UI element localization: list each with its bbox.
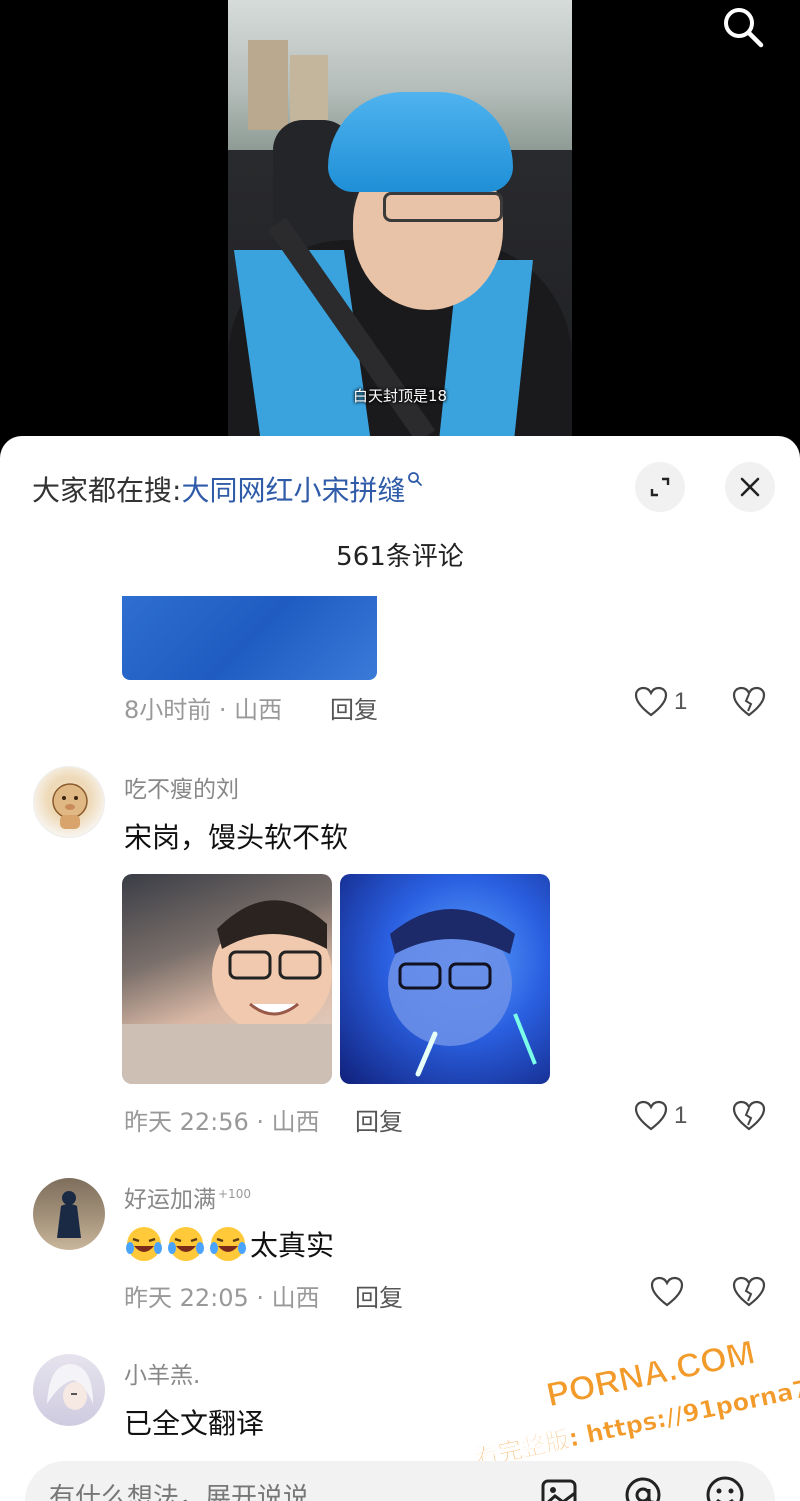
comment-text: 太真实	[124, 1224, 334, 1264]
photo-smiling-man-icon	[122, 900, 332, 1084]
video-frame[interactable]: 白天封顶是18	[228, 0, 572, 450]
laughing-crying-emoji-icon	[210, 1227, 246, 1261]
comment-username[interactable]: 吃不瘦的刘	[124, 770, 239, 804]
video-building	[290, 55, 328, 125]
heart-icon	[634, 686, 668, 717]
video-glasses	[383, 192, 503, 222]
avatar[interactable]	[33, 1178, 105, 1250]
comment-text-content: 太真实	[250, 1229, 335, 1262]
comment-input-bar[interactable]: 有什么想法，展开说说	[25, 1461, 775, 1501]
close-button[interactable]	[725, 462, 775, 512]
avatar-bear-icon	[52, 783, 88, 829]
reply-button[interactable]: 回复	[330, 690, 378, 725]
user-badge: +100	[218, 1187, 251, 1202]
comment-meta: 昨天 22:05 · 山西	[124, 1284, 320, 1312]
search-suggestion-keyword[interactable]: 大同网红小宋拼缝	[181, 474, 405, 507]
comment-image[interactable]	[340, 874, 550, 1084]
search-icon[interactable]	[720, 4, 766, 50]
heart-icon	[650, 1276, 684, 1307]
video-player[interactable]: 白天封顶是18	[0, 0, 800, 450]
broken-heart-icon[interactable]	[732, 1276, 766, 1308]
emoji-icon[interactable]	[703, 1473, 747, 1501]
avatar-silhouette-icon	[57, 1191, 81, 1238]
avatar[interactable]	[33, 1354, 105, 1426]
broken-heart-icon[interactable]	[732, 686, 766, 718]
comment-text: 宋岗，馒头软不软	[124, 821, 349, 854]
comment-image[interactable]	[122, 874, 332, 1084]
like-count: 1	[674, 1102, 688, 1129]
comment-username[interactable]: 好运加满 +100	[124, 1180, 251, 1214]
avatar-anime-icon	[47, 1364, 93, 1410]
comment-meta: 8小时前 · 山西	[124, 696, 283, 724]
search-suggestion[interactable]: 大家都在搜:大同网红小宋拼缝	[32, 469, 423, 509]
avatar[interactable]	[33, 766, 105, 838]
photo-blue-light-man-icon	[388, 909, 537, 1077]
close-icon	[740, 477, 760, 497]
comment-text: 已全文翻译	[124, 1407, 265, 1440]
heart-icon	[634, 1100, 668, 1131]
reply-button[interactable]: 回复	[355, 1278, 403, 1313]
like-button[interactable]	[650, 1276, 690, 1308]
reply-button[interactable]: 回复	[355, 1102, 403, 1137]
comment-input-placeholder[interactable]: 有什么想法，展开说说	[49, 1477, 309, 1501]
image-icon[interactable]	[537, 1473, 581, 1501]
expand-button[interactable]	[635, 462, 685, 512]
like-count: 1	[674, 688, 688, 715]
comment-username-text: 好运加满	[124, 1187, 216, 1213]
expand-icon	[650, 477, 670, 497]
video-building	[248, 40, 288, 130]
mention-icon[interactable]	[621, 1473, 665, 1501]
comment-count: 561条评论	[336, 542, 464, 572]
laughing-crying-emoji-icon	[126, 1227, 162, 1261]
search-suggestion-label: 大家都在搜:	[32, 474, 182, 507]
like-button[interactable]: 1	[634, 686, 687, 718]
comment-username[interactable]: 小羊羔.	[124, 1356, 200, 1390]
search-small-icon	[408, 472, 423, 486]
like-button[interactable]: 1	[634, 1100, 687, 1132]
video-subtitle: 白天封顶是18	[352, 387, 448, 405]
laughing-crying-emoji-icon	[168, 1227, 204, 1261]
broken-heart-icon[interactable]	[732, 1100, 766, 1132]
comment-meta: 昨天 22:56 · 山西	[124, 1108, 320, 1136]
comment-sheet: 大家都在搜:大同网红小宋拼缝 561条评论 8小时前 · 山西 回复 1 吃不瘦…	[0, 436, 800, 1501]
comment-image[interactable]	[122, 596, 377, 680]
